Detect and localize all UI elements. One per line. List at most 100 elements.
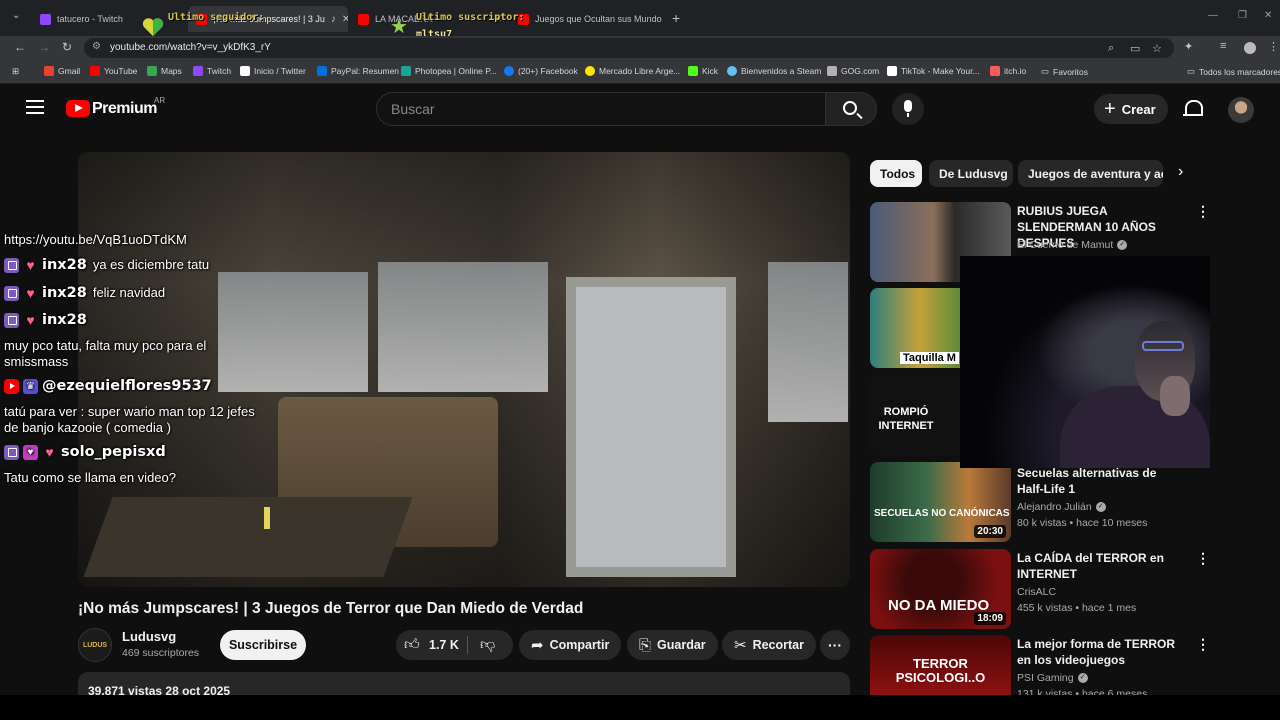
- chevron-right-icon[interactable]: ›: [1178, 163, 1183, 181]
- rec-channel[interactable]: Alejandro Julián ✓: [1017, 501, 1106, 513]
- scene-window-left: [218, 272, 368, 392]
- scene-door: [566, 277, 736, 577]
- rec-menu-icon[interactable]: ⋮: [1196, 636, 1210, 653]
- chat-username: @ezequielflores9537: [42, 378, 212, 394]
- thumbnail-text: NO DA MIEDO: [888, 597, 990, 614]
- bookmark-paypal[interactable]: PayPal: Resumen: [317, 66, 399, 76]
- bookmark-gog[interactable]: GOG.com: [827, 66, 879, 76]
- cast-icon[interactable]: ▭: [1130, 42, 1140, 55]
- search-input[interactable]: [391, 101, 811, 117]
- bookmark-label: PayPal: Resumen: [331, 66, 400, 76]
- rec-menu-icon[interactable]: ⋮: [1196, 203, 1210, 220]
- all-bookmarks[interactable]: ▭ Todos los marcadores: [1187, 66, 1280, 77]
- bookmark-steam[interactable]: Bienvenidos a Steam: [727, 66, 821, 76]
- zoom-icon[interactable]: ⌕: [1108, 42, 1114, 55]
- share-label: Compartir: [549, 638, 610, 652]
- bookmark-twitch[interactable]: Twitch: [193, 66, 231, 76]
- youtube-logo-icon[interactable]: [66, 100, 90, 117]
- create-button[interactable]: + Crear: [1094, 94, 1168, 124]
- steam-icon: [727, 66, 737, 76]
- url-text[interactable]: youtube.com/watch?v=v_ykDfK3_rY: [110, 42, 271, 53]
- verified-icon: ✓: [1095, 502, 1106, 513]
- search-button[interactable]: [825, 92, 877, 126]
- browser-menu-icon[interactable]: ⋮: [1268, 40, 1279, 53]
- tab-juegos-ocultan[interactable]: Juegos que Ocultan sus Mundo ✕: [510, 6, 666, 32]
- channel-name[interactable]: Ludusvg: [122, 629, 176, 644]
- new-tab-icon[interactable]: +: [672, 10, 680, 26]
- forward-icon[interactable]: →: [38, 40, 50, 54]
- chat-message: muy pco tatu, falta muy pco para el smis…: [4, 338, 207, 369]
- tab-close-icon[interactable]: ✕: [342, 14, 348, 25]
- hamburger-menu-icon[interactable]: [26, 100, 44, 114]
- chat-message: Tatu como se llama en video?: [4, 470, 176, 485]
- bookmark-itch[interactable]: itch.io: [990, 66, 1026, 76]
- screen: ⌄ tatucero - Twitch ¡No más Jumpscares! …: [0, 0, 1280, 720]
- facebook-icon: [504, 66, 514, 76]
- extensions-icon[interactable]: ✦: [1184, 40, 1193, 53]
- bookmark-twitter[interactable]: Inicio / Twitter: [240, 66, 306, 76]
- rec-channel[interactable]: El Cuerno de Mamut ✓: [1017, 239, 1128, 251]
- rec-menu-icon[interactable]: ⋮: [1196, 550, 1210, 567]
- rec-channel[interactable]: CrisALC: [1017, 586, 1056, 598]
- maximize-icon[interactable]: ❐: [1238, 10, 1247, 21]
- tab-label: tatucero - Twitch: [57, 14, 123, 24]
- bookmark-youtube[interactable]: YouTube: [90, 66, 137, 76]
- bookmark-label: (20+) Facebook: [518, 66, 578, 76]
- subscribe-button[interactable]: Suscribirse: [220, 630, 306, 660]
- save-label: Guardar: [657, 638, 706, 652]
- heart-badge-icon: ♥: [26, 257, 35, 274]
- scene-table: [83, 497, 413, 577]
- search-icon: [843, 101, 857, 115]
- rec-title[interactable]: La CAÍDA del TERROR en INTERNET: [1017, 550, 1182, 582]
- channel-avatar[interactable]: LUDUS: [78, 628, 112, 662]
- bottom-letterbox: [0, 695, 1280, 720]
- like-icon[interactable]: 👍︎: [404, 636, 420, 654]
- more-actions-icon[interactable]: ···: [820, 630, 850, 660]
- like-count[interactable]: 1.7 K: [429, 638, 459, 652]
- site-info-icon[interactable]: ⚙: [92, 41, 101, 52]
- bookmark-star-icon[interactable]: ☆: [1152, 42, 1162, 55]
- chip-de-ludusvg[interactable]: De Ludusvg: [929, 160, 1013, 187]
- audio-icon[interactable]: ♪: [331, 14, 336, 25]
- dislike-icon[interactable]: 👎︎: [480, 636, 495, 654]
- address-bar-row: ← → ↻ ⚙ youtube.com/watch?v=v_ykDfK3_rY …: [0, 36, 1280, 60]
- profile-icon[interactable]: [1244, 42, 1256, 54]
- bookmark-kick[interactable]: Kick: [688, 66, 718, 76]
- rec-title[interactable]: Secuelas alternativas de Half-Life 1: [1017, 465, 1182, 497]
- bookmark-facebook[interactable]: (20+) Facebook: [504, 66, 578, 76]
- bookmark-folder-favoritos[interactable]: ▭ Favoritos: [1041, 66, 1088, 77]
- bookmark-mercadolibre[interactable]: Mercado Libre Arge...: [585, 66, 680, 76]
- rec-thumbnail[interactable]: SECUELAS NO CANÓNICAS 20:30: [870, 462, 1011, 542]
- reload-icon[interactable]: ↻: [62, 40, 72, 54]
- back-icon[interactable]: ←: [14, 40, 26, 54]
- rec-thumbnail[interactable]: NO DA MIEDO 18:09: [870, 549, 1011, 629]
- rec-title[interactable]: La mejor forma de TERROR en los videojue…: [1017, 636, 1182, 668]
- twitch-badge-icon: [4, 313, 19, 329]
- account-avatar[interactable]: [1228, 97, 1254, 123]
- save-button[interactable]: ⎘ Guardar: [627, 630, 718, 660]
- media-icon[interactable]: ≡: [1220, 40, 1226, 52]
- omnibox[interactable]: ⚙ youtube.com/watch?v=v_ykDfK3_rY ⌕ ▭ ☆: [84, 38, 1174, 58]
- bookmark-gmail[interactable]: Gmail: [44, 66, 80, 76]
- bookmark-maps[interactable]: Maps: [147, 66, 182, 76]
- tab-search-icon[interactable]: ⌄: [12, 10, 20, 21]
- rec-channel[interactable]: PSI Gaming ✓: [1017, 672, 1088, 684]
- chip-todos[interactable]: Todos: [870, 160, 922, 187]
- chip-juegos-aventura[interactable]: Juegos de aventura y acc: [1018, 160, 1163, 187]
- close-window-icon[interactable]: ✕: [1264, 10, 1272, 21]
- clip-button[interactable]: ✂ Recortar: [722, 630, 816, 660]
- share-button[interactable]: ➦ Compartir: [519, 630, 622, 660]
- chat-message: ♥ ♥ solo_pepisxd: [4, 444, 166, 461]
- subscriber-count: 469 suscriptores: [122, 647, 200, 659]
- create-label: Crear: [1121, 101, 1156, 117]
- apps-icon[interactable]: ⊞: [12, 66, 19, 77]
- verified-icon: ✓: [1077, 673, 1088, 684]
- bookmark-tiktok[interactable]: TikTok - Make Your...: [887, 66, 980, 76]
- tab-label: Juegos que Ocultan sus Mundo: [535, 14, 662, 24]
- voice-search-button[interactable]: [892, 93, 924, 125]
- minimize-icon[interactable]: —: [1208, 10, 1218, 21]
- premium-wordmark[interactable]: Premium: [92, 100, 157, 118]
- bookmark-photopea[interactable]: Photopea | Online P...: [401, 66, 497, 76]
- x-icon: [240, 66, 250, 76]
- notifications-bell-icon[interactable]: [1182, 98, 1203, 120]
